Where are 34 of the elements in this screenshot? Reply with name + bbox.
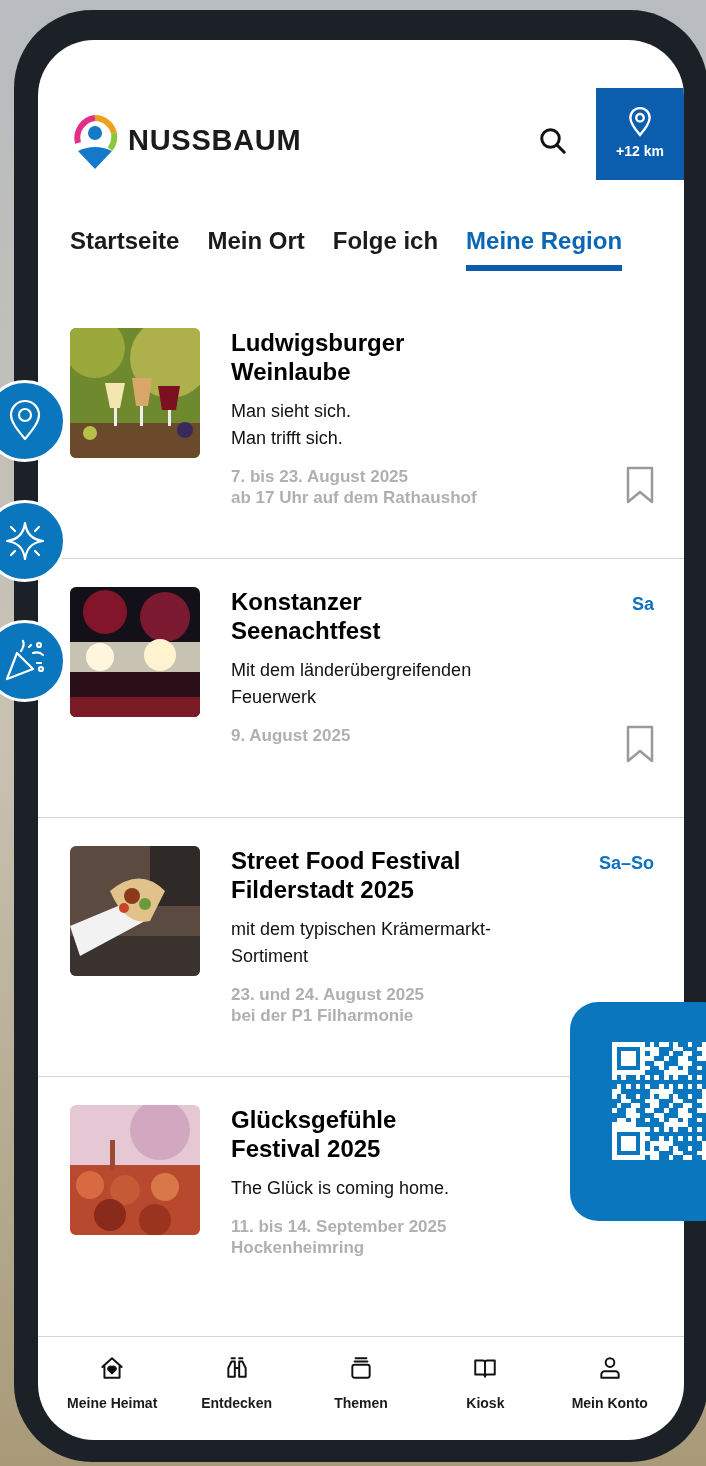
event-detail: 11. bis 14. September 2025 [231, 1216, 447, 1238]
event-title[interactable]: Street Food Festival Filderstadt 2025 [231, 846, 491, 905]
event-description: mit dem typischen Krämermarkt-Sortiment [231, 918, 493, 969]
event-title[interactable]: Glücksgefühle Festival 2025 [231, 1105, 491, 1164]
bottom-nav-item[interactable]: Themen [305, 1355, 416, 1440]
event-description: Mit dem länderübergreifenden Feuerwerk [231, 659, 473, 710]
event-description: Man sieht sich. Man trifft sich. [231, 400, 353, 451]
event-title[interactable]: Konstanzer Seenachtfest [231, 587, 491, 646]
event-detail: ab 17 Uhr auf dem Rathaushof [231, 487, 477, 509]
event-detail: 7. bis 23. August 2025 [231, 466, 409, 488]
house-heart-icon [99, 1355, 126, 1382]
nav-tab[interactable]: Folge ich [332, 217, 439, 272]
day-label: Sa–So [598, 852, 654, 876]
nav-tab[interactable]: Mein Ort [207, 217, 305, 272]
event-title[interactable]: Ludwigsburger Weinlaube [231, 328, 491, 387]
nav-tab[interactable]: Meine Region [466, 217, 623, 272]
event-detail: Hockenheimring [231, 1237, 366, 1259]
event-description: The Glück is coming home. [231, 1177, 451, 1201]
bottom-nav-item[interactable]: Mein Konto [554, 1355, 665, 1440]
nav-tab[interactable]: Startseite [70, 217, 180, 272]
event-detail: 9. August 2025 [231, 725, 351, 747]
bookmark-icon[interactable] [626, 466, 654, 505]
location-radius-button[interactable]: +12 km [596, 88, 684, 181]
bottom-nav-item[interactable]: Kiosk [430, 1355, 541, 1440]
event-detail: bei der P1 Filharmonie [231, 1005, 415, 1027]
bottom-nav-item[interactable]: Meine Heimat [57, 1355, 168, 1440]
brand-name: NUSSBAUM [128, 123, 302, 159]
search-icon[interactable] [538, 126, 568, 157]
bottom-nav-item[interactable]: Entdecken [181, 1355, 292, 1440]
bookmark-icon[interactable] [626, 725, 654, 764]
location-pin-icon [627, 106, 653, 137]
event-detail: 23. und 24. August 2025 [231, 984, 425, 1006]
day-label: Sa [631, 593, 654, 617]
qr-code-card[interactable] [570, 1002, 706, 1221]
